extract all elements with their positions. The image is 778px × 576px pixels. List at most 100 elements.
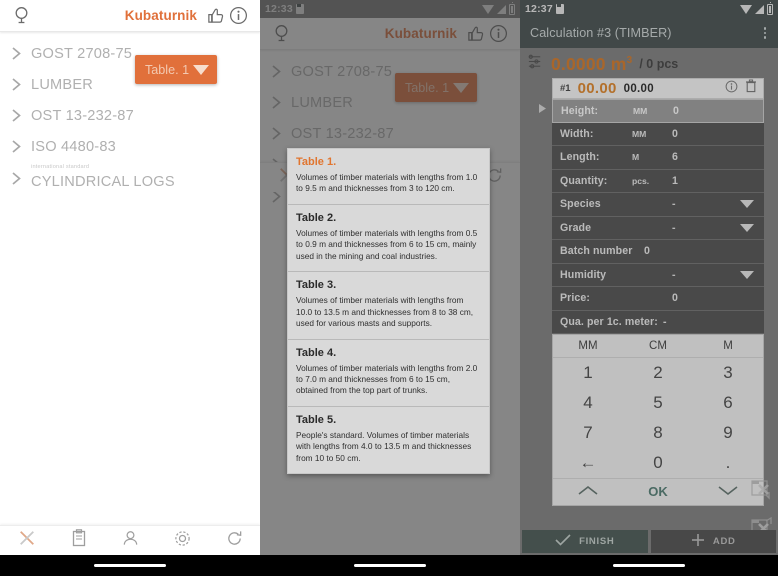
field-unit: M xyxy=(632,152,640,163)
field-value: - xyxy=(672,221,676,234)
standard-row-2[interactable]: OST 13-232-87 xyxy=(260,118,520,149)
standard-row-4[interactable]: international standard CYLINDRICAL LOGS xyxy=(0,162,260,195)
field-row-price[interactable]: Price: 0 xyxy=(552,287,764,311)
add-button[interactable]: ADD xyxy=(650,530,776,553)
dropdown-item-3[interactable]: Table 4. Volumes of timber materials wit… xyxy=(288,339,489,407)
trash-icon[interactable] xyxy=(745,79,757,98)
add-label: ADD xyxy=(712,536,736,547)
dropdown-item-desc: Volumes of timber materials with lengths… xyxy=(296,295,474,329)
keypad-keys: 1 2 3 4 5 6 7 8 9 ← 0 . xyxy=(553,358,763,478)
standard-row-0[interactable]: GOST 2708-75 xyxy=(260,56,520,87)
field-row-width[interactable]: Width: MM 0 xyxy=(552,122,764,146)
field-row-length[interactable]: Length: M 6 xyxy=(552,146,764,170)
status-bar: 12:37 xyxy=(520,0,778,18)
tools-icon[interactable] xyxy=(18,529,36,552)
standard-row-3[interactable]: ISO 4480-83 xyxy=(0,131,260,162)
field-row-height[interactable]: Height: MM 0 xyxy=(552,99,764,123)
info-icon[interactable] xyxy=(725,80,738,98)
entry-primary-value: 00.00 xyxy=(577,80,617,97)
person-icon[interactable] xyxy=(122,529,139,552)
status-indicators xyxy=(482,1,515,15)
keypad-unit-mm[interactable]: MM xyxy=(553,335,623,357)
gear-icon[interactable] xyxy=(174,530,191,552)
keypad-key-7[interactable]: 7 xyxy=(553,418,623,448)
entry-secondary-value: 00.00 xyxy=(623,82,654,95)
field-label: Grade xyxy=(560,221,592,234)
field-row-batch-number[interactable]: Batch number 0 xyxy=(552,240,764,264)
keypad-key-6[interactable]: 6 xyxy=(693,388,763,418)
field-row-grade[interactable]: Grade - xyxy=(552,216,764,240)
app-title: Kubaturnik xyxy=(384,26,457,41)
info-icon[interactable] xyxy=(487,24,510,43)
standard-row-1[interactable]: LUMBER xyxy=(260,87,520,118)
app-title: Kubaturnik xyxy=(124,8,197,23)
excel-import-icon[interactable] xyxy=(750,478,775,506)
keypad-key-8[interactable]: 8 xyxy=(623,418,693,448)
dropdown-item-4[interactable]: Table 5. People's standard. Volumes of t… xyxy=(288,406,489,474)
history-icon[interactable] xyxy=(226,530,243,552)
field-label: Humidity xyxy=(560,268,607,281)
dropdown-item-2[interactable]: Table 3. Volumes of timber materials wit… xyxy=(288,272,489,340)
panel-calculation-entry: 12:37 Calculation #3 (TIMBER) 0.0000 m3 … xyxy=(520,0,778,576)
table-select-chip[interactable]: Table. 1 xyxy=(135,55,218,84)
lightbulb-icon[interactable] xyxy=(10,6,32,25)
keypad-key-3[interactable]: 3 xyxy=(693,358,763,388)
status-indicators xyxy=(740,1,773,15)
lightbulb-icon[interactable] xyxy=(270,24,292,43)
clipboard-icon[interactable] xyxy=(71,529,87,552)
keypad-key-0[interactable]: 0 xyxy=(623,448,693,478)
keypad-key-9[interactable]: 9 xyxy=(693,418,763,448)
finish-label: FINISH xyxy=(579,536,615,547)
app-bar: Calculation #3 (TIMBER) xyxy=(520,18,778,48)
android-navigation-bar xyxy=(260,555,520,576)
keypad-key-backspace[interactable]: ← xyxy=(553,448,623,478)
keypad-key-4[interactable]: 4 xyxy=(553,388,623,418)
sliders-icon[interactable] xyxy=(527,53,544,75)
keypad-key-decimal[interactable]: . xyxy=(693,448,763,478)
standard-row-1[interactable]: LUMBER xyxy=(0,69,260,100)
expand-arrow-icon[interactable] xyxy=(538,103,547,117)
home-gesture-bar[interactable] xyxy=(354,564,426,567)
status-clock: 12:33 xyxy=(265,3,293,15)
keypad-key-5[interactable]: 5 xyxy=(623,388,693,418)
calculation-body: 0.0000 m3 / 0 pcs #1 00.00 00.00 Height:… xyxy=(520,48,778,576)
finish-button[interactable]: FINISH xyxy=(522,530,648,553)
chevron-up-icon[interactable] xyxy=(553,479,623,505)
dropdown-item-desc: Volumes of timber materials with lengths… xyxy=(296,172,478,194)
wifi-icon xyxy=(740,4,752,14)
field-row-qua-per-cubic-meter[interactable]: Qua. per 1c. meter: - xyxy=(552,310,764,334)
wifi-icon xyxy=(482,4,494,14)
field-value: 6 xyxy=(672,151,678,164)
table-select-chip[interactable]: Table. 1 xyxy=(395,73,478,102)
dropdown-item-0[interactable]: Table 1. Volumes of timber materials wit… xyxy=(288,149,489,205)
app-bar: Kubaturnik xyxy=(0,0,260,32)
home-gesture-bar[interactable] xyxy=(613,564,685,567)
keypad-ok-button[interactable]: OK xyxy=(623,479,693,505)
dropdown-item-1[interactable]: Table 2. Volumes of timber materials wit… xyxy=(288,204,489,273)
field-row-species[interactable]: Species - xyxy=(552,193,764,217)
keypad-key-2[interactable]: 2 xyxy=(623,358,693,388)
field-row-humidity[interactable]: Humidity - xyxy=(552,263,764,287)
chevron-right-icon xyxy=(270,63,291,80)
info-icon[interactable] xyxy=(227,6,250,25)
keypad-unit-m[interactable]: M xyxy=(693,335,763,357)
thumbs-up-icon[interactable] xyxy=(464,25,487,43)
dropdown-item-title: Table 5. xyxy=(296,413,337,426)
thumbs-up-icon[interactable] xyxy=(204,7,227,25)
standard-row-2[interactable]: OST 13-232-87 xyxy=(0,100,260,131)
android-navigation-bar xyxy=(520,555,778,576)
battery-icon xyxy=(509,1,515,15)
home-gesture-bar[interactable] xyxy=(94,564,166,567)
field-label: Qua. per 1c. meter: xyxy=(560,315,658,328)
field-row-quantity[interactable]: Quantity: pcs. 1 xyxy=(552,169,764,193)
field-label: Height: xyxy=(561,104,599,117)
standard-row-0[interactable]: GOST 2708-75 xyxy=(0,38,260,69)
plus-icon xyxy=(691,533,705,550)
table-dropdown-menu: Table 1. Volumes of timber materials wit… xyxy=(287,148,490,475)
keypad-key-1[interactable]: 1 xyxy=(553,358,623,388)
entry-card-header: #1 00.00 00.00 xyxy=(552,78,764,99)
keypad-unit-cm[interactable]: CM xyxy=(623,335,693,357)
android-navigation-bar xyxy=(0,555,260,576)
kebab-menu-icon[interactable] xyxy=(762,24,769,42)
field-label: Length: xyxy=(560,151,600,164)
